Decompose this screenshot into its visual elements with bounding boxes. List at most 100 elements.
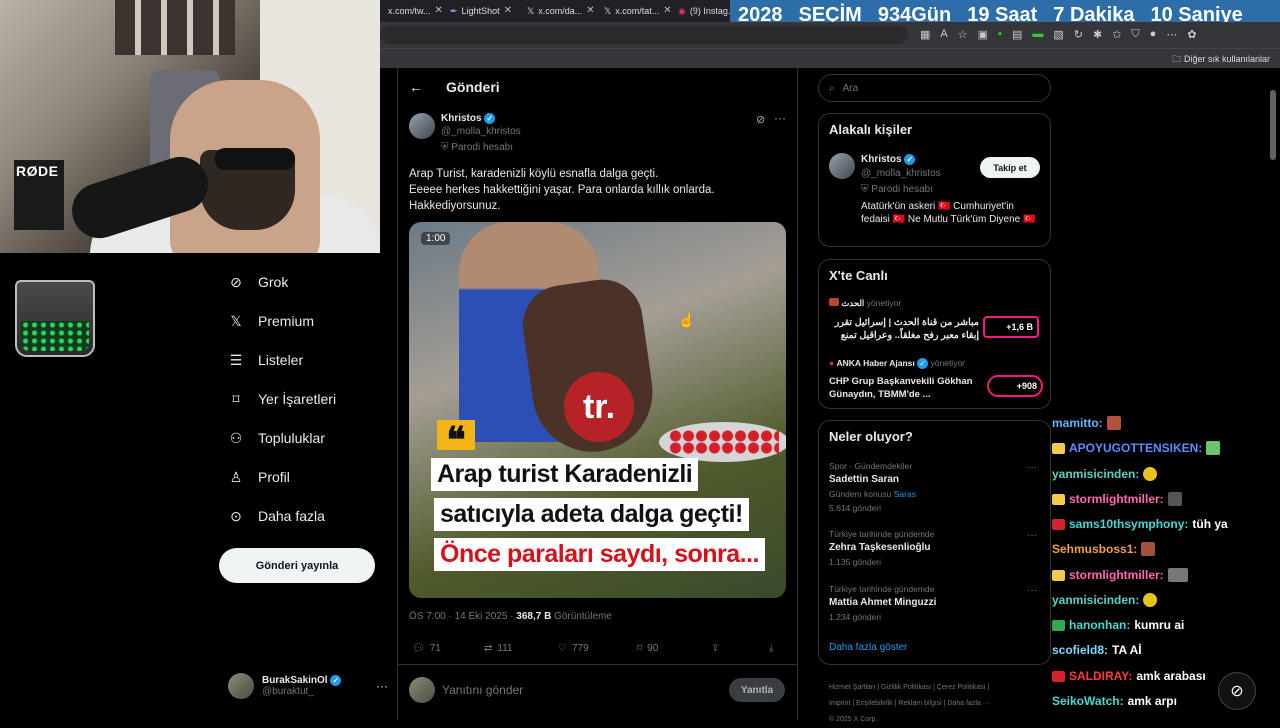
extension-icon[interactable]: ▪ xyxy=(998,28,1002,44)
nav-item-premium[interactable]: 𝕏 Premium xyxy=(228,309,314,333)
reply-icon: 💬︎ xyxy=(412,643,425,654)
more-icon[interactable]: ··· xyxy=(774,111,786,125)
author-name[interactable]: Khristos ✓ xyxy=(441,113,496,124)
video-caption: Önce paraları saydı, sonra... xyxy=(434,538,765,571)
trend-extra: Gündem konusu Saras xyxy=(829,489,916,499)
quote-icon: ❝ xyxy=(437,420,475,460)
live-title[interactable]: CHP Grup Başkanvekili Gökhan Günaydın, T… xyxy=(829,375,979,401)
chat-message: SALDIRAY: amk arabası xyxy=(1052,669,1206,683)
nav-item-profile[interactable]: ♙ Profil xyxy=(228,465,290,489)
footer-links: Hizmet Şartları | Gizlilik Politikası | … xyxy=(829,684,990,723)
profile-avatar-icon[interactable]: ● xyxy=(1150,28,1157,44)
puzzle-icon[interactable]: ✱ xyxy=(1093,28,1102,44)
browser-tab[interactable]: ✒ LightShot ✕ xyxy=(450,2,512,20)
verified-icon: ✓ xyxy=(904,154,916,165)
back-arrow-icon[interactable]: ← xyxy=(409,79,423,95)
live-host[interactable]: ● ANKA Haber Ajansı ✓ yönetiyor xyxy=(829,358,965,370)
close-icon[interactable]: ✕ xyxy=(504,2,512,20)
translate-icon[interactable]: A xyxy=(940,28,947,44)
copilot-icon[interactable]: ✿ xyxy=(1187,28,1196,44)
repost-action[interactable]: ⇄ 111 xyxy=(484,643,513,654)
chat-message: stormlightmiller: xyxy=(1052,492,1182,506)
browser-tab[interactable]: 𝕏x.com/da... ✕ xyxy=(527,2,595,20)
related-name[interactable]: Khristos ✓ xyxy=(861,154,916,165)
grok-floating-button[interactable]: ⊘ xyxy=(1218,672,1256,710)
shield-icon[interactable]: ⛉ xyxy=(1131,28,1139,44)
trend-name[interactable]: Mattia Ahmet Minguzzi xyxy=(829,597,936,608)
search-input[interactable]: ⌕ Ara xyxy=(818,74,1051,102)
extension-icon[interactable]: ▣ xyxy=(978,28,988,44)
microphone: RØDE xyxy=(14,160,64,230)
post-button[interactable]: Gönderi yayınla xyxy=(219,548,375,583)
extension-icon[interactable]: ▤ xyxy=(1012,28,1022,44)
nav-item-communities[interactable]: ⚇ Topluluklar xyxy=(228,426,325,450)
star-icon[interactable]: ☆ xyxy=(958,28,968,44)
bead-jar-widget xyxy=(15,280,95,357)
close-icon[interactable]: ✕ xyxy=(435,2,443,20)
live-listeners-badge[interactable]: +908 xyxy=(987,375,1043,397)
avatar xyxy=(409,677,435,703)
related-handle: @_molla_khristos xyxy=(861,168,941,179)
extension-icon[interactable]: ▧ xyxy=(1053,28,1063,44)
reply-action[interactable]: 💬︎ 71 xyxy=(412,643,441,654)
avatar[interactable] xyxy=(829,153,855,179)
reply-input[interactable]: Yanıtını gönder xyxy=(442,683,523,697)
address-input[interactable] xyxy=(380,26,908,44)
emote-icon xyxy=(1143,467,1158,481)
sub-badge-icon xyxy=(1052,670,1065,682)
extension-icon[interactable]: ▬ xyxy=(1032,28,1043,44)
more-icon[interactable]: ⋯ xyxy=(1166,28,1177,44)
grid-icon[interactable]: ▦ xyxy=(920,28,930,44)
share-action[interactable]: ⇪ xyxy=(711,643,719,654)
close-icon[interactable]: ✕ xyxy=(663,2,671,20)
search-icon: ⌕ xyxy=(829,82,835,94)
cursor-icon: ☝ xyxy=(678,312,696,328)
grok-icon: ⊘ xyxy=(230,273,242,290)
browser-tab[interactable]: x.com/tw... ✕ xyxy=(388,2,443,20)
reply-button[interactable]: Yanıtla xyxy=(729,678,785,702)
trend-name[interactable]: Sadettin Saran xyxy=(829,474,899,485)
grok-icon[interactable]: ⊘ xyxy=(756,113,765,126)
bookmark-icon: ⌑ xyxy=(637,643,643,654)
author-handle[interactable]: @_molla_khristos xyxy=(441,126,521,137)
mask-icon: ⛨ xyxy=(441,142,449,153)
emote-icon xyxy=(1143,593,1158,607)
post-timestamp: ÖS 7:00 · 14 Eki 2025 · 368,7 B Görüntül… xyxy=(409,611,612,622)
list-icon: ☰ xyxy=(229,351,243,368)
scrollbar[interactable] xyxy=(1270,90,1276,160)
favorites-icon[interactable]: ✩ xyxy=(1112,28,1121,44)
live-listeners-badge[interactable]: +1,6 B xyxy=(983,316,1039,338)
account-switcher[interactable]: BurakSakinOl ✓ @buraktut_ ··· xyxy=(228,670,388,702)
nav-item-grok[interactable]: ⊘ Grok xyxy=(228,270,288,294)
other-bookmarks-folder[interactable]: 🗀 Diğer sık kullanılanlar xyxy=(1172,52,1270,68)
trend-context: Spor · Gündemdekiler xyxy=(829,461,913,471)
more-icon[interactable]: ··· xyxy=(1027,585,1037,596)
more-icon[interactable]: ··· xyxy=(1027,462,1037,473)
show-more-link[interactable]: Daha fazla göster xyxy=(829,642,907,653)
chat-message: stormlightmiller: xyxy=(1052,568,1188,582)
post-text: Arap Turist, karadenizli köylü esnafla d… xyxy=(409,168,715,212)
follow-button[interactable]: Takip et xyxy=(980,157,1040,178)
trend-name[interactable]: Zehra Taşkesenlioğlu xyxy=(829,542,931,553)
x-logo-icon: 𝕏 xyxy=(230,312,242,329)
refresh-icon[interactable]: ↻ xyxy=(1074,28,1083,44)
more-icon[interactable]: ··· xyxy=(1027,530,1037,541)
browser-tab[interactable]: ◉ (9) Instag... xyxy=(678,2,735,20)
live-host[interactable]: الحدث yönetiyor xyxy=(829,298,901,309)
sub-badge-icon xyxy=(1052,619,1065,631)
download-action[interactable]: ⤓ xyxy=(769,643,773,654)
more-icon[interactable]: ··· xyxy=(376,679,388,693)
nav-item-lists[interactable]: ☰ Listeler xyxy=(228,348,303,372)
avatar[interactable] xyxy=(409,113,435,139)
live-title[interactable]: مباشر من قناة الحدث | إسرائيل تقرر إبقاء… xyxy=(829,316,979,342)
avatar xyxy=(228,673,254,699)
nav-item-bookmarks[interactable]: ⌑ Yer İşaretleri xyxy=(228,387,336,411)
like-action[interactable]: ♡ 779 xyxy=(558,643,589,654)
close-icon[interactable]: ✕ xyxy=(586,2,594,20)
bookmark-action[interactable]: ⌑ 90 xyxy=(637,643,658,654)
bookmark-icon: ⌑ xyxy=(232,390,240,407)
nav-item-more[interactable]: ⊙ Daha fazla xyxy=(228,504,325,528)
browser-tab[interactable]: 𝕏x.com/tat... ✕ xyxy=(604,2,672,20)
communities-icon: ⚇ xyxy=(229,429,243,446)
post-video[interactable]: tr. 1:00 ❝ Arap turist Karadenizli satıc… xyxy=(409,222,786,598)
